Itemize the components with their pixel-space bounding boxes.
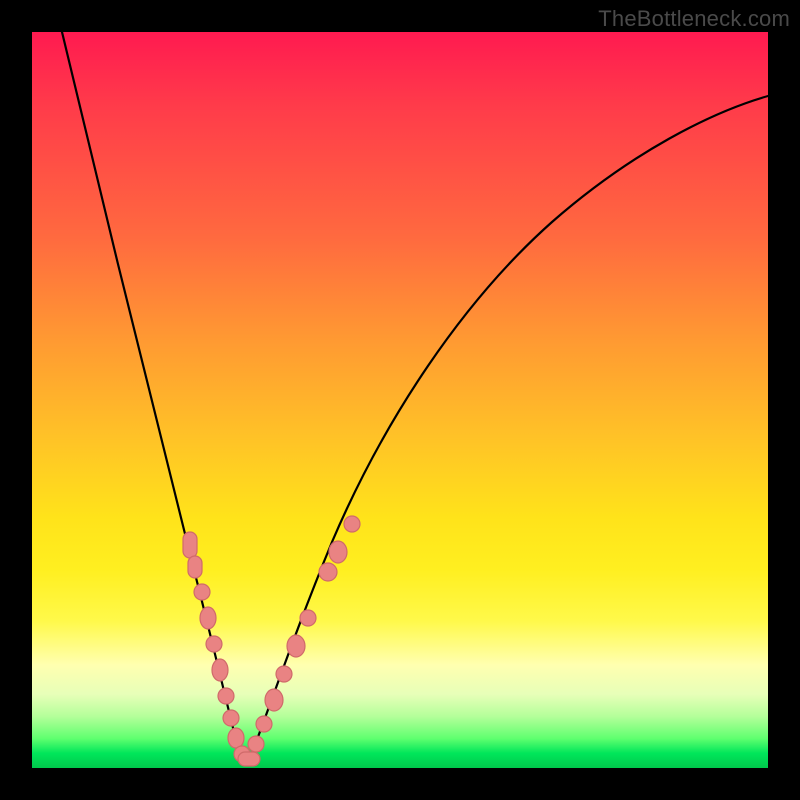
watermark-text: TheBottleneck.com xyxy=(598,6,790,32)
dot xyxy=(256,716,272,732)
dot xyxy=(206,636,222,652)
highlight-dots-right xyxy=(248,516,360,752)
dot xyxy=(200,607,216,629)
dot xyxy=(287,635,305,657)
dot xyxy=(319,563,337,581)
dot xyxy=(265,689,283,711)
dot xyxy=(218,688,234,704)
dot-bottom xyxy=(238,752,260,766)
dot xyxy=(276,666,292,682)
dot xyxy=(223,710,239,726)
dot xyxy=(300,610,316,626)
dot xyxy=(344,516,360,532)
bottleneck-curve xyxy=(62,32,768,761)
chart-frame: TheBottleneck.com xyxy=(0,0,800,800)
dot xyxy=(248,736,264,752)
dot xyxy=(183,532,197,558)
highlight-dots-left xyxy=(183,532,250,762)
dot xyxy=(329,541,347,563)
chart-svg xyxy=(32,32,768,768)
dot xyxy=(212,659,228,681)
dot xyxy=(228,728,244,748)
dot xyxy=(188,556,202,578)
dot xyxy=(194,584,210,600)
